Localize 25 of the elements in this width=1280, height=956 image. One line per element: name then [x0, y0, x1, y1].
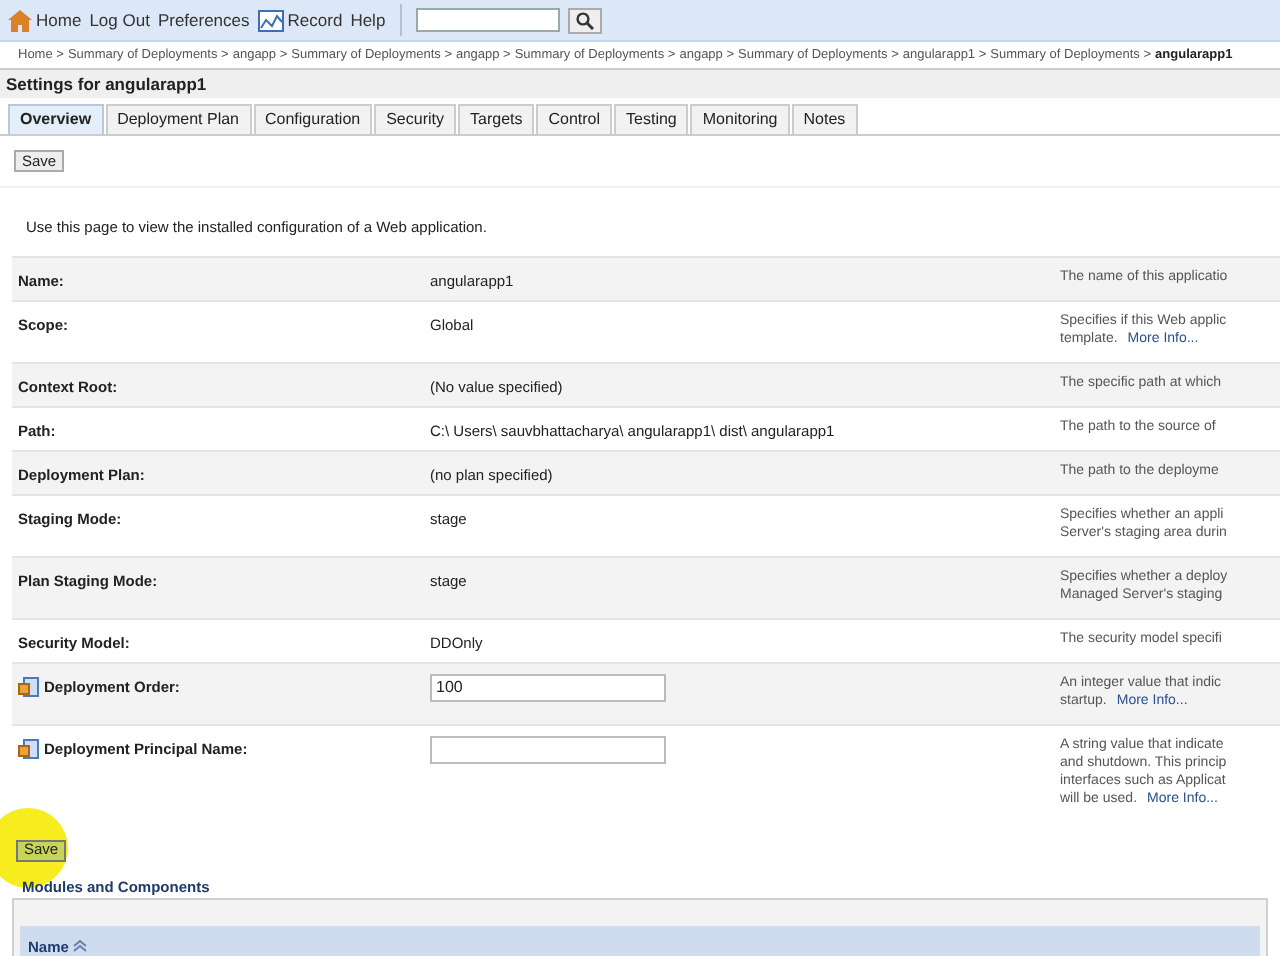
tab[interactable]: Security	[374, 104, 456, 134]
text-field[interactable]	[430, 735, 666, 764]
toolbar-link[interactable]: Help	[350, 7, 386, 33]
tab[interactable]: Configuration	[253, 104, 373, 134]
search-field[interactable]	[415, 8, 560, 32]
tab[interactable]: Deployment Plan	[105, 104, 251, 134]
search-button[interactable]	[567, 7, 602, 33]
tab[interactable]: Testing	[614, 104, 689, 134]
toolbar-link[interactable]: Home	[8, 7, 82, 33]
home-icon	[8, 9, 32, 31]
property-icon	[18, 738, 40, 761]
toolbar-link[interactable]: Log Out	[89, 7, 150, 33]
tab[interactable]: Targets	[458, 104, 535, 134]
page-title: Settings for angularapp1	[6, 71, 207, 97]
tab[interactable]: Overview	[8, 104, 104, 134]
tab[interactable]: Control	[536, 104, 613, 134]
chart-icon	[257, 9, 284, 31]
tab[interactable]: Monitoring	[690, 104, 790, 134]
property-icon	[18, 676, 40, 699]
text-field[interactable]: 100	[430, 673, 666, 702]
toolbar-link[interactable]: Record	[257, 7, 343, 33]
search-icon	[575, 11, 594, 29]
toolbar-link[interactable]: Preferences	[157, 7, 250, 33]
sort-icon	[72, 940, 89, 953]
tab[interactable]: Notes	[791, 104, 858, 134]
